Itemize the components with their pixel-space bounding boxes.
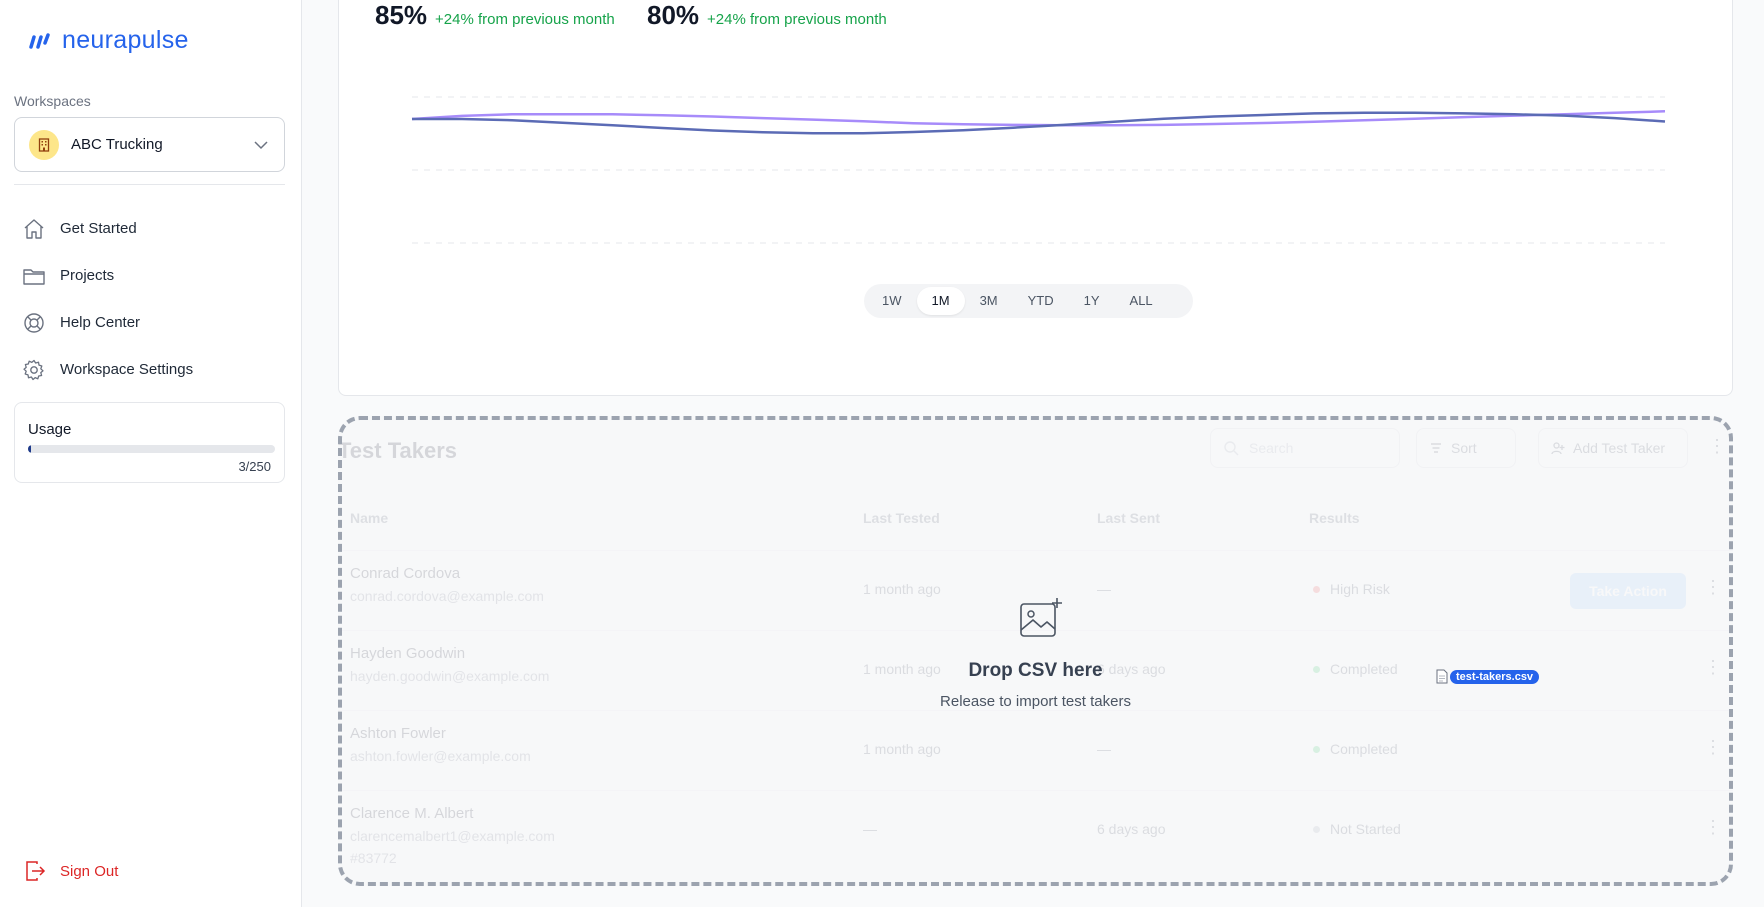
range-button-3m[interactable]: 3M (965, 287, 1013, 315)
workspace-select[interactable]: ABC Trucking (14, 117, 285, 172)
range-button-1m[interactable]: 1M (916, 287, 965, 315)
usage-title: Usage (28, 421, 72, 438)
logo[interactable]: neurapulse (28, 26, 189, 55)
chevron-down-icon (254, 140, 268, 149)
sidebar-item-label: Help Center (60, 314, 141, 331)
sign-out-label: Sign Out (60, 862, 119, 880)
home-icon (24, 218, 44, 239)
drop-subtitle: Release to import test takers (940, 693, 1131, 710)
image-plus-icon (1020, 598, 1062, 637)
usage-progress-fill (28, 445, 31, 453)
usage-progress-bar (28, 445, 275, 453)
line-chart (411, 96, 1666, 244)
divider (14, 184, 285, 185)
range-button-1w[interactable]: 1W (867, 287, 917, 315)
usage-card: Usage 3/250 (14, 402, 285, 483)
file-icon (1436, 669, 1448, 684)
workspace-name: ABC Trucking (71, 136, 163, 153)
range-button-ytd[interactable]: YTD (1013, 287, 1069, 315)
range-button-1y[interactable]: 1Y (1069, 287, 1115, 315)
dragged-file[interactable]: test-takers.csv (1436, 669, 1540, 684)
sidebar-item-label: Projects (60, 267, 115, 284)
usage-count: 3/250 (238, 459, 271, 474)
time-range-selector: 1W 1M 3M YTD 1Y ALL (864, 284, 1193, 318)
lifebuoy-icon (24, 312, 44, 333)
sidebar-nav: Get Started Projects Help Center Workspa… (22, 205, 282, 393)
sidebar-item-workspace-settings[interactable]: Workspace Settings (22, 346, 282, 393)
csv-drop-zone[interactable]: Drop CSV here Release to import test tak… (338, 416, 1733, 886)
range-button-all[interactable]: ALL (1115, 287, 1168, 315)
sidebar-item-label: Get Started (60, 220, 137, 237)
brand-name: neurapulse (62, 26, 189, 54)
gear-icon (23, 359, 44, 380)
sidebar-item-get-started[interactable]: Get Started (22, 205, 282, 252)
building-icon (29, 129, 59, 160)
sidebar-item-projects[interactable]: Projects (22, 252, 282, 299)
workspaces-label: Workspaces (14, 93, 91, 109)
neurapulse-logo-icon (29, 32, 50, 49)
sidebar-item-help-center[interactable]: Help Center (22, 299, 282, 346)
folder-icon (23, 268, 45, 285)
sidebar-item-label: Workspace Settings (60, 361, 194, 378)
sidebar: neurapulse Workspaces ABC Trucking Get S… (0, 0, 302, 907)
dragged-file-name: test-takers.csv (1450, 669, 1540, 684)
sign-out-button[interactable]: Sign Out (24, 860, 118, 882)
sign-out-icon (26, 861, 46, 881)
metrics-chart-card: 85% +24% from previous month 80% +24% fr… (338, 0, 1733, 396)
